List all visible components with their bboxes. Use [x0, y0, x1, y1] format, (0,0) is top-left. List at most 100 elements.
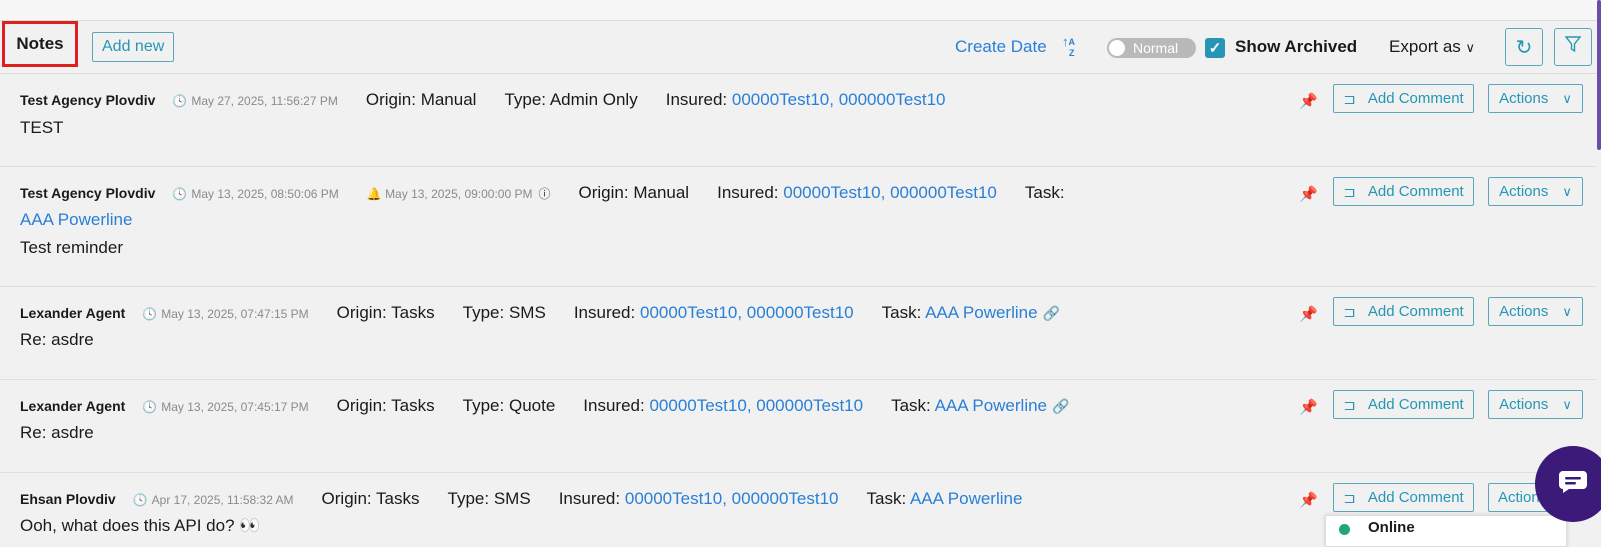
note-task-label: Task:	[1024, 183, 1065, 202]
online-status-dot	[1339, 524, 1350, 535]
insured-link[interactable]: 00000Test10, 000000Test10	[783, 183, 997, 202]
pin-icon[interactable]: 📌	[1299, 92, 1318, 110]
refresh-button[interactable]: ↻	[1505, 28, 1543, 66]
clock-icon: 🕓	[142, 400, 158, 414]
chevron-down-icon: ∨	[1562, 396, 1572, 412]
export-as-dropdown[interactable]: Export as ∨	[1389, 37, 1475, 57]
scrollbar[interactable]	[1597, 0, 1601, 150]
note-insured: Insured: 00000Test10, 000000Test10	[665, 90, 946, 109]
note-type: Type: SMS	[462, 303, 546, 322]
pin-icon[interactable]: 📌	[1299, 305, 1318, 323]
clock-icon: 🕓	[142, 307, 158, 321]
clock-icon: 🕓	[132, 493, 148, 507]
note-body: Re: asdre	[20, 330, 94, 349]
insured-link[interactable]: 00000Test10, 000000Test10	[732, 90, 946, 109]
export-as-label: Export as	[1389, 37, 1461, 56]
task-link[interactable]: AAA Powerline	[910, 489, 1022, 508]
task-link[interactable]: AAA Powerline	[20, 210, 132, 230]
note-insured: Insured: 00000Test10, 000000Test10	[558, 489, 839, 508]
note-body: Ooh, what does this API do? 👀	[20, 516, 261, 535]
comment-icon: ⊐	[1343, 183, 1356, 201]
toggle-label: Normal	[1133, 40, 1179, 56]
note-timestamp: 🕓 May 13, 2025, 07:47:15 PM	[142, 307, 309, 321]
pin-icon[interactable]: 📌	[1299, 491, 1318, 509]
note-item: Lexander Agent 🕓 May 13, 2025, 07:47:15 P…	[0, 287, 1596, 380]
insured-link[interactable]: 00000Test10, 000000Test10	[640, 303, 854, 322]
note-author: Lexander Agent	[20, 398, 126, 414]
actions-dropdown[interactable]: Actions ∨	[1488, 177, 1583, 206]
note-insured: Insured: 00000Test10, 000000Test10	[717, 183, 997, 202]
task-link[interactable]: AAA Powerline	[935, 396, 1047, 415]
note-type: Type: Quote	[462, 396, 556, 415]
note-timestamp: 🕓 May 13, 2025, 07:45:17 PM	[142, 400, 309, 414]
note-body: Re: asdre	[20, 423, 94, 442]
note-author: Test Agency Plovdiv	[20, 185, 156, 201]
insured-link[interactable]: 00000Test10, 000000Test10	[649, 396, 863, 415]
note-origin: Origin: Manual	[578, 183, 690, 202]
actions-dropdown[interactable]: Actions ∨	[1488, 297, 1583, 326]
task-link[interactable]: AAA Powerline	[925, 303, 1037, 322]
note-meta: Ehsan Plovdiv 🕓 Apr 17, 2025, 11:58:32 AM…	[20, 489, 1022, 509]
comment-icon: ⊐	[1343, 90, 1356, 108]
note-task: Task: AAA Powerline 🔗	[881, 303, 1060, 322]
note-meta: Test Agency Plovdiv 🕓 May 13, 2025, 08:50…	[20, 183, 1065, 203]
bell-icon: 🔔	[366, 187, 382, 201]
add-comment-button[interactable]: ⊐ Add Comment	[1333, 483, 1474, 512]
note-body: TEST	[20, 118, 64, 137]
note-author: Ehsan Plovdiv	[20, 491, 116, 507]
online-status-label: Online	[1368, 519, 1415, 536]
note-insured: Insured: 00000Test10, 000000Test10	[583, 396, 864, 415]
note-task: Task: AAA Powerline 🔗	[891, 396, 1070, 415]
pin-icon[interactable]: 📌	[1299, 398, 1318, 416]
pin-icon[interactable]: 📌	[1299, 185, 1318, 203]
note-meta: Test Agency Plovdiv 🕓 May 27, 2025, 11:56…	[20, 90, 946, 110]
comment-icon: ⊐	[1343, 489, 1356, 507]
refresh-icon: ↻	[1515, 36, 1533, 59]
comment-icon: ⊐	[1343, 303, 1356, 321]
note-item: Lexander Agent 🕓 May 13, 2025, 07:45:17 P…	[0, 380, 1596, 473]
chevron-down-icon: ∨	[1562, 90, 1572, 106]
note-type: Type: SMS	[447, 489, 531, 508]
chevron-down-icon: ∨	[1465, 40, 1476, 55]
chevron-down-icon: ∨	[1562, 303, 1572, 319]
note-origin: Origin: Tasks	[321, 489, 420, 508]
insured-link[interactable]: 00000Test10, 000000Test10	[625, 489, 839, 508]
sort-by-create-date[interactable]: Create Date	[955, 37, 1047, 57]
add-comment-button[interactable]: ⊐ Add Comment	[1333, 297, 1474, 326]
note-author: Lexander Agent	[20, 305, 126, 321]
actions-dropdown[interactable]: Actions ∨	[1488, 390, 1583, 419]
comment-icon: ⊐	[1343, 396, 1356, 414]
chat-status-popup[interactable]: Online	[1325, 515, 1567, 547]
filter-button[interactable]	[1554, 28, 1592, 66]
show-archived-label: Show Archived	[1235, 37, 1358, 56]
add-new-button[interactable]: Add new	[92, 32, 175, 62]
chat-launcher-button[interactable]	[1535, 446, 1601, 522]
normal-toggle[interactable]: Normal	[1107, 38, 1196, 58]
info-icon[interactable]: ⓘ	[539, 187, 551, 201]
note-timestamp: 🕓 May 27, 2025, 11:56:27 PM	[172, 94, 338, 108]
toggle-knob	[1109, 40, 1125, 56]
note-type: Type: Admin Only	[504, 90, 638, 109]
filter-icon	[1564, 35, 1582, 59]
note-reminder: 🔔 May 13, 2025, 09:00:00 PM ⓘ	[366, 187, 551, 201]
link-icon[interactable]: 🔗	[1052, 398, 1069, 414]
note-meta: Lexander Agent 🕓 May 13, 2025, 07:47:15 P…	[20, 303, 1060, 323]
clock-icon: 🕓	[172, 94, 188, 108]
chat-icon	[1558, 470, 1588, 499]
show-archived-checkbox[interactable]: ✓	[1205, 38, 1225, 58]
note-body: Test reminder	[20, 238, 123, 257]
note-author: Test Agency Plovdiv	[20, 92, 156, 108]
note-origin: Origin: Tasks	[336, 303, 435, 322]
note-origin: Origin: Tasks	[336, 396, 435, 415]
add-comment-button[interactable]: ⊐ Add Comment	[1333, 390, 1474, 419]
add-comment-button[interactable]: ⊐ Add Comment	[1333, 177, 1474, 206]
note-meta: Lexander Agent 🕓 May 13, 2025, 07:45:17 P…	[20, 396, 1069, 416]
clock-icon: 🕓	[172, 187, 188, 201]
add-comment-button[interactable]: ⊐ Add Comment	[1333, 84, 1474, 113]
link-icon[interactable]: 🔗	[1043, 305, 1060, 321]
note-item: Test Agency Plovdiv 🕓 May 13, 2025, 08:50…	[0, 167, 1596, 287]
note-origin: Origin: Manual	[365, 90, 477, 109]
sort-az-icon[interactable]: ↑A Z	[1062, 35, 1075, 58]
actions-dropdown[interactable]: Actions ∨	[1488, 84, 1583, 113]
note-timestamp: 🕓 May 13, 2025, 08:50:06 PM	[172, 187, 339, 201]
